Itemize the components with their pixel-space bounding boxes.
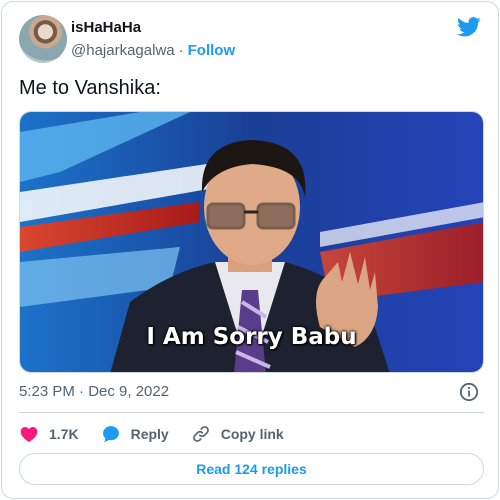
separator-dot: · [178,42,184,59]
media-caption: I Am Sorry Babu [146,324,357,350]
divider [19,412,484,413]
tweet-card: isHaHaHa @hajarkagalwa · Follow Me to Vans… [1,1,499,499]
tweet-text: Me to Vanshika: [19,77,161,99]
tweet-media[interactable]: I Am Sorry Babu [19,111,484,373]
copy-link-button[interactable]: Copy link [191,424,284,444]
like-count: 1.7K [49,426,79,442]
author-info: isHaHaHa @hajarkagalwa · Follow [71,19,235,61]
reply-button[interactable]: Reply [101,424,169,444]
follow-button[interactable]: Follow [188,42,236,59]
handle[interactable]: @hajarkagalwa [71,42,175,59]
like-button[interactable]: 1.7K [19,424,79,444]
handle-row: @hajarkagalwa · Follow [71,41,235,61]
twitter-bird-icon[interactable] [457,17,481,37]
action-bar: 1.7K Reply Copy link [19,422,306,446]
copy-link-label: Copy link [220,426,284,442]
info-icon[interactable] [459,382,479,402]
avatar[interactable] [19,15,67,63]
reply-label: Reply [130,426,169,442]
link-icon [192,426,209,442]
reply-bubble-icon [102,426,119,443]
heart-icon [20,427,38,442]
display-name[interactable]: isHaHaHa [71,19,235,37]
read-replies-button[interactable]: Read 124 replies [19,453,484,485]
timestamp[interactable]: 5:23 PM · Dec 9, 2022 [19,383,169,400]
